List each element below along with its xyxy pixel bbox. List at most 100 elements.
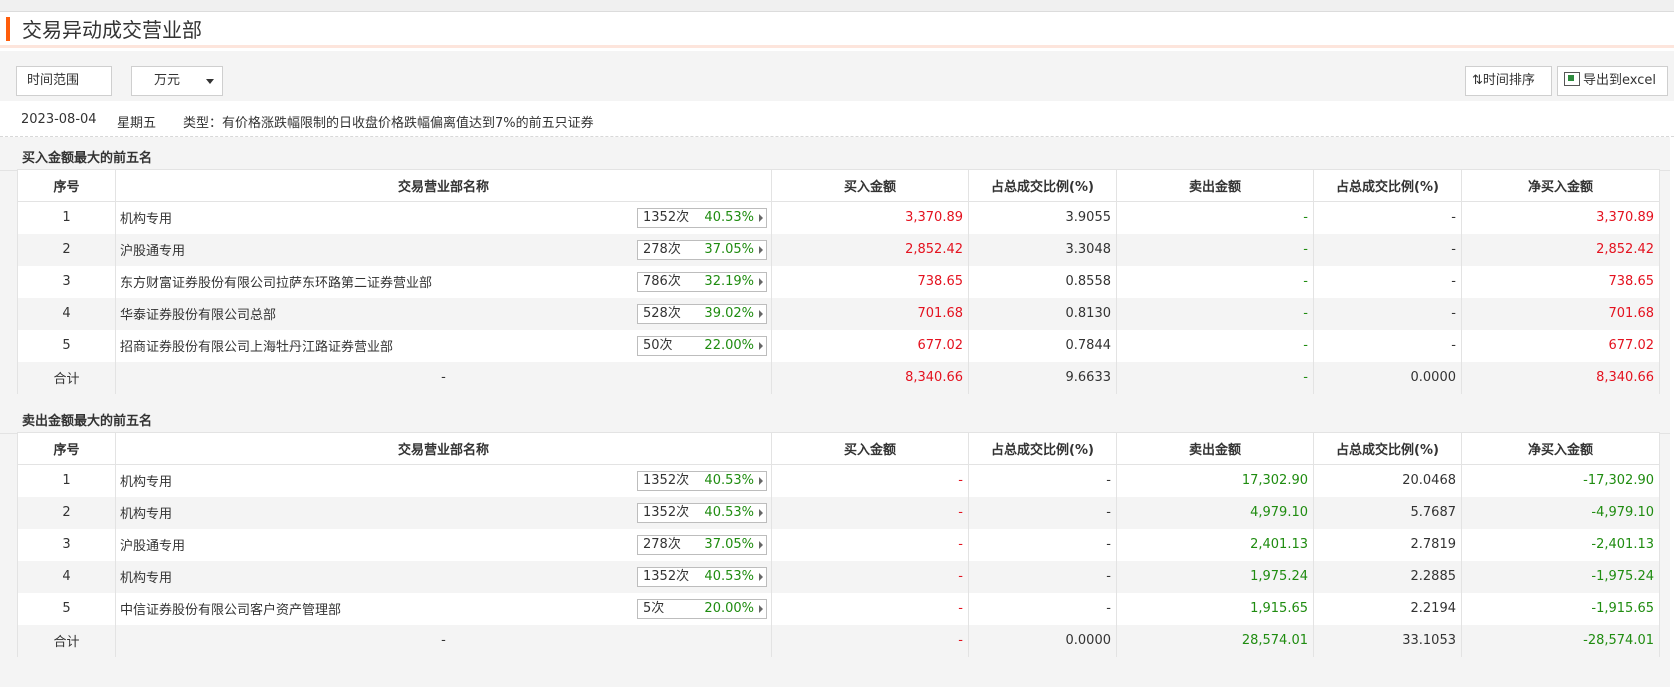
sell-amount: - xyxy=(1116,329,1314,362)
table-row: 4 华泰证券股份有限公司总部 528次 39.02% 701.68 0.8130- -701… xyxy=(17,297,1660,330)
branch-win-rate: 40.53% xyxy=(704,504,754,520)
buy-amount: - xyxy=(771,528,969,561)
row-index: 5 xyxy=(17,592,116,625)
net-amount: -4,979.10 xyxy=(1461,496,1660,529)
buy-ratio: - xyxy=(968,592,1117,625)
net-amount: -1,915.65 xyxy=(1461,592,1660,625)
total-buy-amount: 8,340.66 xyxy=(771,361,969,394)
branch-win-rate: 32.19% xyxy=(704,273,754,289)
branch-trade-count: 786次 xyxy=(643,273,681,289)
col-header-branch: 交易营业部名称 xyxy=(115,169,772,202)
buy-amount: 738.65 xyxy=(771,265,969,298)
branch-cell: 华泰证券股份有限公司总部 528次 39.02% xyxy=(115,297,772,330)
info-line: 2023-08-04 星期五 类型：有价格涨跌幅限制的日收盘价格跌幅偏离值达到7… xyxy=(0,101,1674,137)
branch-stats-badge[interactable]: 1352次 40.53% xyxy=(637,502,767,523)
branch-trade-count: 5次 xyxy=(643,600,665,616)
buy-amount: - xyxy=(771,592,969,625)
sell-amount: 1,975.24 xyxy=(1116,560,1314,593)
export-excel-button[interactable]: 导出到excel xyxy=(1557,66,1668,96)
branch-win-rate: 39.02% xyxy=(704,305,754,321)
sell-section-header: 卖出金额最大的前五名 xyxy=(0,400,1670,434)
col-header-index: 序号 xyxy=(17,432,116,465)
branch-cell: 机构专用 1352次 40.53% xyxy=(115,560,772,593)
branch-stats-badge[interactable]: 528次 39.02% xyxy=(637,303,767,324)
trade-type: 类型：有价格涨跌幅限制的日收盘价格跌幅偏离值达到7%的前五只证券 xyxy=(183,116,594,131)
branch-trade-count: 1352次 xyxy=(643,568,690,584)
chevron-right-icon xyxy=(759,245,763,254)
branch-trade-count: 528次 xyxy=(643,305,681,321)
branch-stats-badge[interactable]: 786次 32.19% xyxy=(637,271,767,292)
sell-amount: 1,915.65 xyxy=(1116,592,1314,625)
row-index: 1 xyxy=(17,464,116,497)
sell-amount: - xyxy=(1116,265,1314,298)
sell-table-body: 1 机构专用 1352次 40.53% - -17,302.90 20.0468 -17,30… xyxy=(17,464,1660,657)
buy-amount: - xyxy=(771,496,969,529)
branch-name[interactable]: 沪股通专用 xyxy=(120,539,185,554)
col-header-index: 序号 xyxy=(17,169,116,202)
sell-amount: - xyxy=(1116,201,1314,234)
time-sort-button[interactable]: ⇅时间排序 xyxy=(1465,66,1552,96)
total-sell-amount: - xyxy=(1116,361,1314,394)
col-header-sell: 卖出金额 xyxy=(1116,169,1314,202)
unit-select[interactable]: 万元 xyxy=(131,66,223,96)
branch-stats-badge[interactable]: 1352次 40.53% xyxy=(637,566,767,587)
branch-name[interactable]: 招商证券股份有限公司上海牡丹江路证券营业部 xyxy=(120,340,393,355)
branch-win-rate: 40.53% xyxy=(704,210,754,225)
chevron-right-icon xyxy=(759,214,763,222)
branch-name[interactable]: 中信证券股份有限公司客户资产管理部 xyxy=(120,603,341,618)
branch-name[interactable]: 机构专用 xyxy=(120,571,172,586)
branch-stats-badge[interactable]: 1352次 40.53% xyxy=(637,208,767,228)
branch-name[interactable]: 机构专用 xyxy=(120,212,172,227)
row-index: 4 xyxy=(17,297,116,330)
branch-win-rate: 37.05% xyxy=(704,241,754,257)
sell-amount: 17,302.90 xyxy=(1116,464,1314,497)
page-frame: 交易异动成交营业部 时间范围 万元 ⇅时间排序 导出到excel 2023-08… xyxy=(0,12,1674,687)
table-row: 4 机构专用 1352次 40.53% - -1,975.24 2.2885 -1,975.2… xyxy=(17,560,1660,593)
table-row: 5 招商证券股份有限公司上海牡丹江路证券营业部 50次 22.00% 677.02 0.7… xyxy=(17,329,1660,362)
branch-win-rate: 40.53% xyxy=(704,473,754,488)
sort-arrows-icon: ⇅ xyxy=(1472,73,1483,88)
branch-trade-count: 1352次 xyxy=(643,504,690,520)
table-header-row: 序号 交易营业部名称 买入金额 占总成交比例(%) 卖出金额 占总成交比例(%)… xyxy=(17,432,1660,465)
table-row: 2 机构专用 1352次 40.53% - -4,979.10 5.7687 -4,979.1… xyxy=(17,496,1660,529)
branch-cell: 东方财富证券股份有限公司拉萨东环路第二证券营业部 786次 32.19% xyxy=(115,265,772,298)
total-net-amount: 8,340.66 xyxy=(1461,361,1660,394)
net-amount: -2,401.13 xyxy=(1461,528,1660,561)
buy-amount: 701.68 xyxy=(771,297,969,330)
time-range-button[interactable]: 时间范围 xyxy=(16,66,112,96)
branch-stats-badge[interactable]: 1352次 40.53% xyxy=(637,471,767,491)
net-amount: 738.65 xyxy=(1461,265,1660,298)
total-label: 合计 xyxy=(17,361,116,394)
branch-stats-badge[interactable]: 278次 37.05% xyxy=(637,534,767,555)
net-amount: 677.02 xyxy=(1461,329,1660,362)
branch-name[interactable]: 东方财富证券股份有限公司拉萨东环路第二证券营业部 xyxy=(120,276,432,291)
branch-name[interactable]: 沪股通专用 xyxy=(120,244,185,259)
col-header-buy: 买入金额 xyxy=(771,432,969,465)
branch-stats-badge[interactable]: 5次 20.00% xyxy=(637,598,767,619)
branch-name[interactable]: 华泰证券股份有限公司总部 xyxy=(120,308,276,323)
col-header-net: 净买入金额 xyxy=(1461,169,1660,202)
buy-amount: - xyxy=(771,464,969,497)
col-header-buy: 买入金额 xyxy=(771,169,969,202)
total-sell-ratio: 33.1053 xyxy=(1313,624,1462,657)
branch-stats-badge[interactable]: 50次 22.00% xyxy=(637,335,767,356)
accent-bar xyxy=(6,17,10,41)
top-strip xyxy=(0,0,1674,12)
branch-stats-badge[interactable]: 278次 37.05% xyxy=(637,239,767,260)
sell-ratio: - xyxy=(1313,233,1462,266)
total-row: 合计 - -0.0000 28,574.01 33.1053 -28,574.01 xyxy=(17,624,1660,657)
branch-name[interactable]: 机构专用 xyxy=(120,475,172,490)
chevron-right-icon xyxy=(759,277,763,286)
chevron-right-icon xyxy=(759,604,763,613)
chevron-right-icon xyxy=(759,540,763,549)
branch-cell: 机构专用 1352次 40.53% xyxy=(115,464,772,497)
net-amount: 2,852.42 xyxy=(1461,233,1660,266)
buy-ratio: - xyxy=(968,496,1117,529)
branch-name[interactable]: 机构专用 xyxy=(120,507,172,522)
branch-cell: 机构专用 1352次 40.53% xyxy=(115,201,772,234)
branch-win-rate: 20.00% xyxy=(704,600,754,616)
sell-section-title: 卖出金额最大的前五名 xyxy=(22,414,153,429)
sell-ratio: - xyxy=(1313,265,1462,298)
branch-trade-count: 278次 xyxy=(643,536,681,552)
net-amount: -17,302.90 xyxy=(1461,464,1660,497)
